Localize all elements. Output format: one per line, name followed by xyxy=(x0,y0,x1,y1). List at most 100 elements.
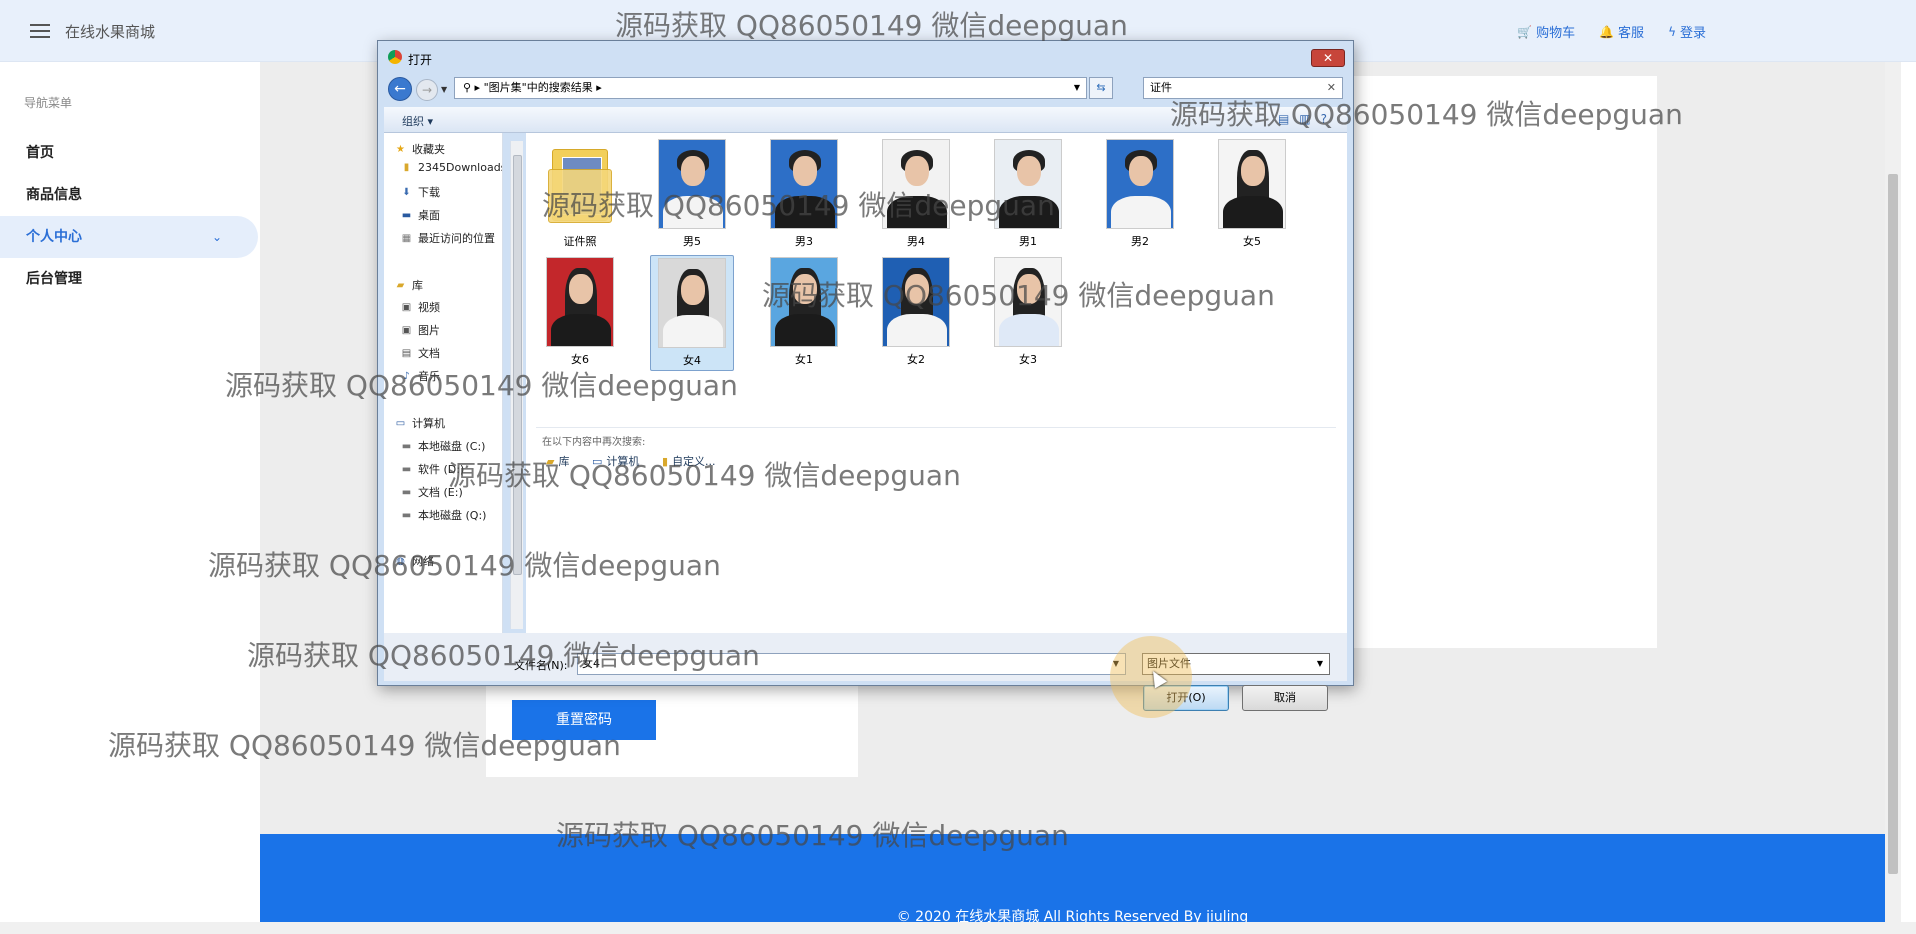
search-location-library[interactable]: ▰ 库 xyxy=(546,453,569,469)
tree-item[interactable]: ▬ 文档 (E:) xyxy=(400,484,463,500)
cart-icon: 🛒 xyxy=(1517,24,1533,39)
tree-scrollbar[interactable] xyxy=(510,141,523,629)
horizontal-scrollbar[interactable] xyxy=(0,922,1916,934)
recent-icon: ▦ xyxy=(401,232,412,244)
tree-item[interactable]: ▬ 本地磁盘 (C:) xyxy=(400,438,486,454)
file-item[interactable]: 女1 xyxy=(762,257,846,367)
file-item[interactable]: 男2 xyxy=(1098,139,1182,249)
service-link[interactable]: 🔔 客服 xyxy=(1599,22,1644,42)
file-open-dialog: 打开 ✕ ← → ▼ ⚲ ▸ "图片集"中的搜索结果 ▸ ▼ ⇆ 证件 ✕ 组织… xyxy=(377,40,1354,711)
drive-icon: ▬ xyxy=(401,440,412,452)
drive-icon: ▬ xyxy=(401,486,412,498)
file-item[interactable]: 证件照 xyxy=(538,139,622,249)
photo-thumbnail xyxy=(1218,139,1286,229)
bolt-icon: ϟ xyxy=(1668,24,1676,39)
filename-label: 文件名(N): xyxy=(514,659,568,672)
footer: © 2020 在线水果商城 All Rights Reserved By jiu… xyxy=(260,834,1885,925)
photo-thumbnail xyxy=(658,139,726,229)
photo-thumbnail xyxy=(546,257,614,347)
file-item-selected[interactable]: 女4 xyxy=(650,255,734,371)
drive-icon: ▬ xyxy=(401,463,412,475)
forward-button[interactable]: → xyxy=(416,79,438,101)
site-title: 在线水果商城 xyxy=(65,23,156,41)
library-icon: ▰ xyxy=(396,279,405,291)
vertical-scrollbar[interactable] xyxy=(1885,62,1901,922)
cancel-button[interactable]: 取消 xyxy=(1242,685,1328,711)
menu-icon[interactable] xyxy=(30,24,50,38)
filename-input[interactable]: 女4 ▼ xyxy=(577,653,1126,675)
back-button[interactable]: ← xyxy=(388,77,412,101)
search-again-label: 在以下内容中再次搜索: xyxy=(542,437,646,448)
picture-icon: ▣ xyxy=(401,324,412,336)
scrollbar-thumb[interactable] xyxy=(1888,174,1898,874)
folder-icon: ▮ xyxy=(403,162,410,173)
dialog-toolbar: 组织 ▾ ▤▥? xyxy=(384,107,1347,133)
photo-thumbnail xyxy=(882,257,950,347)
dialog-title: 打开 xyxy=(408,53,433,67)
drive-icon: ▬ xyxy=(401,509,412,521)
search-icon: ⚲ ▸ xyxy=(463,81,484,94)
chevron-down-icon: ▼ xyxy=(1316,659,1323,668)
address-dropdown[interactable]: ▼ xyxy=(1074,78,1080,98)
file-item[interactable]: 女3 xyxy=(986,257,1070,367)
nav-title: 导航菜单 xyxy=(24,96,73,110)
tree-item[interactable]: ▮ 2345Downloads xyxy=(400,161,502,174)
bell-icon: 🔔 xyxy=(1599,24,1615,39)
sidebar: 导航菜单 首页 商品信息 个人中心 ⌄ 后台管理 xyxy=(0,62,260,934)
folder-icon xyxy=(546,139,614,229)
organize-menu[interactable]: 组织 ▾ xyxy=(402,113,433,129)
tree-favorites[interactable]: ★ 收藏夹 xyxy=(394,141,445,157)
top-links: 🛒 购物车 🔔 客服 ϟ 登录 xyxy=(1517,22,1706,42)
tree-item[interactable]: ▦ 最近访问的位置 xyxy=(400,230,495,246)
divider xyxy=(536,427,1336,428)
tree-item[interactable]: ⬇ 下载 xyxy=(400,184,440,200)
desktop-icon: ▬ xyxy=(401,209,412,221)
view-icons[interactable]: ▤▥? xyxy=(1278,112,1337,126)
refresh-button[interactable]: ⇆ xyxy=(1089,77,1113,99)
tree-item[interactable]: ▤ 文档 xyxy=(400,345,440,361)
library-icon: ▰ xyxy=(546,454,555,468)
tree-item[interactable]: ▬ 桌面 xyxy=(400,207,440,223)
close-button[interactable]: ✕ xyxy=(1311,49,1345,67)
network-icon: ◍ xyxy=(396,555,405,567)
file-item[interactable]: 女5 xyxy=(1210,139,1294,249)
tree-item[interactable]: ▣ 图片 xyxy=(400,322,440,338)
file-item[interactable]: 女2 xyxy=(874,257,958,367)
file-item[interactable]: 男3 xyxy=(762,139,846,249)
file-list: 证件照 男5 男3 男4 男1 男2 女5 女6 女4 女1 女2 女3 在以下… xyxy=(526,133,1347,633)
star-icon: ★ xyxy=(396,143,405,155)
sidebar-item-personal[interactable]: 个人中心 ⌄ xyxy=(0,216,258,258)
tree-library[interactable]: ▰ 库 xyxy=(394,277,423,293)
search-location-computer[interactable]: ▭ 计算机 xyxy=(592,453,639,469)
file-item[interactable]: 男4 xyxy=(874,139,958,249)
sidebar-item-admin[interactable]: 后台管理 xyxy=(0,258,258,300)
tree-item[interactable]: ▬ 本地磁盘 (Q:) xyxy=(400,507,487,523)
tree-item[interactable]: ♪ 音乐 xyxy=(400,368,440,384)
chevron-down-icon: ⌄ xyxy=(211,230,222,244)
sidebar-item-home[interactable]: 首页 xyxy=(0,132,258,174)
tree-network[interactable]: ◍ 网络 xyxy=(394,553,434,569)
photo-thumbnail xyxy=(1106,139,1174,229)
content-panel xyxy=(1350,76,1657,648)
computer-icon: ▭ xyxy=(592,454,603,468)
download-icon: ⬇ xyxy=(402,186,411,198)
clear-search-icon[interactable]: ✕ xyxy=(1327,78,1336,98)
tree-item[interactable]: ▬ 软件 (D:) xyxy=(400,461,465,477)
sidebar-item-products[interactable]: 商品信息 xyxy=(0,174,258,216)
tree-computer[interactable]: ▭ 计算机 xyxy=(394,415,445,431)
login-link[interactable]: ϟ 登录 xyxy=(1668,22,1706,42)
search-location-custom[interactable]: ▮ 自定义... xyxy=(662,453,716,469)
file-item[interactable]: 女6 xyxy=(538,257,622,367)
computer-icon: ▭ xyxy=(395,417,406,429)
file-item[interactable]: 男1 xyxy=(986,139,1070,249)
history-dropdown[interactable]: ▼ xyxy=(441,85,447,94)
file-item[interactable]: 男5 xyxy=(650,139,734,249)
chrome-icon xyxy=(388,50,402,64)
photo-thumbnail xyxy=(882,139,950,229)
tree-item[interactable]: ▣ 视频 xyxy=(400,299,440,315)
reset-password-button[interactable]: 重置密码 xyxy=(512,700,656,740)
cart-link[interactable]: 🛒 购物车 xyxy=(1517,22,1575,42)
address-bar[interactable]: ⚲ ▸ "图片集"中的搜索结果 ▸ ▼ xyxy=(454,77,1087,99)
tree-scrollbar-thumb[interactable] xyxy=(513,155,522,575)
search-input[interactable]: 证件 ✕ xyxy=(1143,77,1343,99)
